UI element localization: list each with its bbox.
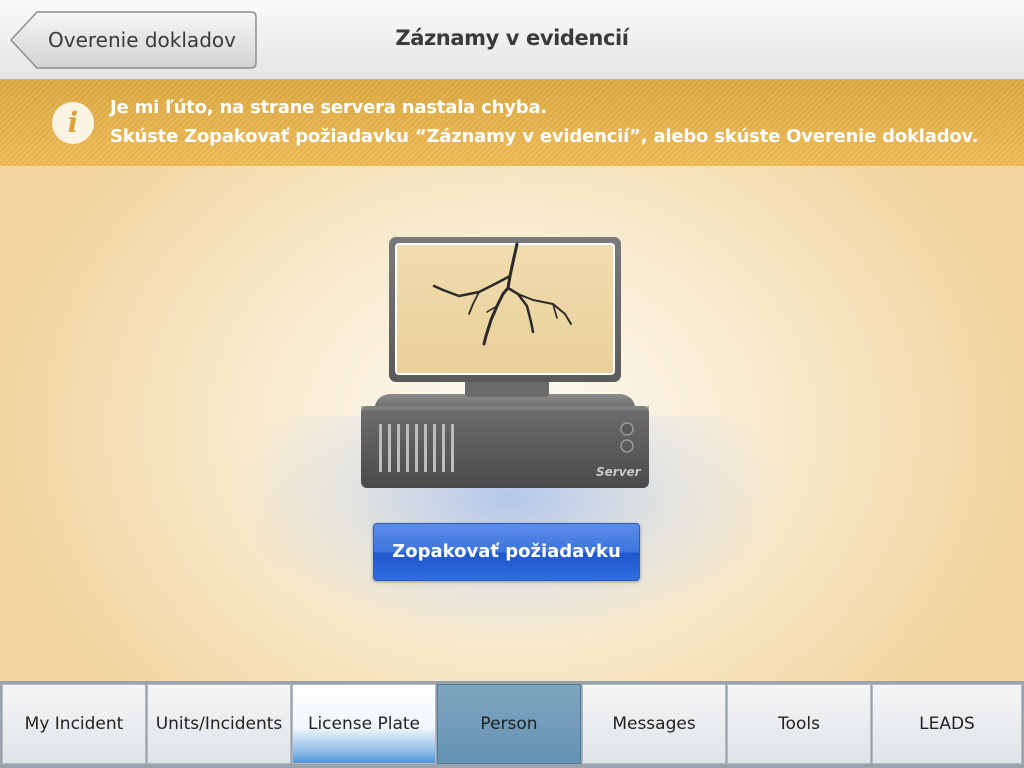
tab-units-incidents[interactable]: Units/Incidents: [147, 684, 291, 764]
tab-messages[interactable]: Messages: [582, 684, 726, 764]
tab-my-incident[interactable]: My Incident: [2, 684, 146, 764]
page-title: Záznamy v evidencií: [395, 26, 629, 50]
tab-person[interactable]: Person: [437, 684, 581, 764]
header-bar: Overenie dokladov Záznamy v evidencií: [0, 0, 1024, 80]
content-area: Server Zopakovať požiadavku: [0, 166, 1024, 681]
error-banner: [0, 80, 1024, 166]
tab-license-plate[interactable]: License Plate: [292, 684, 436, 764]
error-message-line-1: Je mi ľúto, na strane servera nastala ch…: [110, 97, 548, 118]
tab-tools[interactable]: Tools: [727, 684, 871, 764]
server-label: Server: [596, 465, 641, 479]
broken-server-icon: [361, 237, 649, 488]
retry-request-button[interactable]: Zopakovať požiadavku: [373, 523, 640, 581]
bottom-tab-bar: My Incident Units/Incidents License Plat…: [0, 681, 1024, 768]
tab-leads[interactable]: LEADS: [872, 684, 1022, 764]
info-icon: i: [52, 102, 94, 144]
error-message-line-2: Skúste Zopakovať požiadavku “Záznamy v e…: [110, 126, 979, 147]
